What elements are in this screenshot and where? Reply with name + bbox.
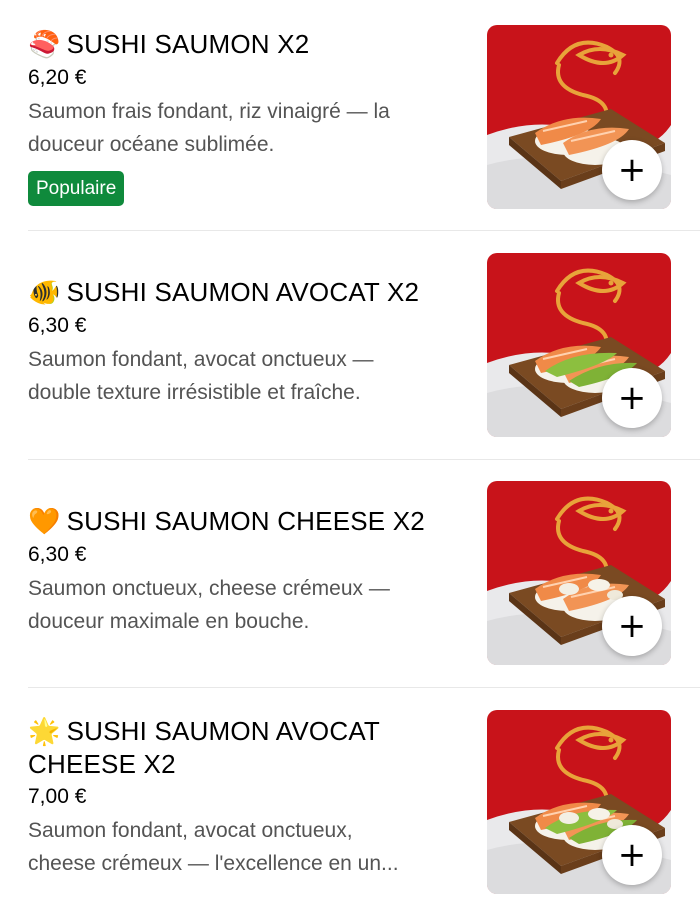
item-title: 🐠 SUSHI SAUMON AVOCAT X2	[28, 277, 420, 308]
item-description: Saumon onctueux, cheese crémeux — douceu…	[28, 577, 390, 633]
plus-icon: +	[617, 150, 647, 190]
menu-item-sushi-saumon[interactable]: 🍣 SUSHI SAUMON X2 6,20 € Saumon frais fon…	[0, 0, 700, 228]
item-title: 🍣 SUSHI SAUMON X2	[28, 29, 310, 60]
add-to-cart-button[interactable]: +	[602, 596, 662, 656]
item-price: 6,20 €	[28, 66, 87, 89]
menu-item-list: 🍣 SUSHI SAUMON X2 6,20 € Saumon frais fon…	[0, 0, 700, 900]
plus-icon: +	[617, 378, 647, 418]
menu-item-text: 🐠 SUSHI SAUMON AVOCAT X2 6,30 € Saumon fo…	[28, 276, 473, 409]
menu-item-sushi-saumon-avocat-cheese[interactable]: 🌟 SUSHI SAUMON AVOCAT CHEESE X2 7,00 € Sa…	[0, 687, 700, 915]
plus-icon: +	[617, 835, 647, 875]
item-price: 7,00 €	[28, 785, 87, 808]
tropical-fish-icon: 🐠	[28, 278, 61, 308]
item-price: 6,30 €	[28, 314, 87, 337]
add-to-cart-button[interactable]: +	[602, 825, 662, 885]
item-description: Saumon fondant, avocat onctueux — double…	[28, 348, 374, 404]
plus-icon: +	[617, 606, 647, 646]
sushi-icon: 🍣	[28, 30, 61, 60]
menu-item-text: 🧡 SUSHI SAUMON CHEESE X2 6,30 € Saumon on…	[28, 505, 473, 638]
popular-badge: Populaire	[28, 171, 125, 206]
menu-item-text: 🌟 SUSHI SAUMON AVOCAT CHEESE X2 7,00 € Sa…	[28, 715, 473, 880]
item-price: 6,30 €	[28, 543, 87, 566]
item-title: 🧡 SUSHI SAUMON CHEESE X2	[28, 506, 425, 537]
menu-item-text: 🍣 SUSHI SAUMON X2 6,20 € Saumon frais fon…	[28, 28, 473, 206]
glowing-star-icon: 🌟	[28, 717, 61, 747]
add-to-cart-button[interactable]: +	[602, 140, 662, 200]
item-description: Saumon frais fondant, riz vinaigré — la …	[28, 100, 390, 156]
item-title: 🌟 SUSHI SAUMON AVOCAT CHEESE X2	[28, 716, 381, 779]
item-description: Saumon fondant, avocat onctueux, cheese …	[28, 819, 399, 875]
add-to-cart-button[interactable]: +	[602, 368, 662, 428]
menu-item-sushi-saumon-cheese[interactable]: 🧡 SUSHI SAUMON CHEESE X2 6,30 € Saumon on…	[0, 459, 700, 687]
orange-heart-icon: 🧡	[28, 507, 61, 537]
menu-item-sushi-saumon-avocat[interactable]: 🐠 SUSHI SAUMON AVOCAT X2 6,30 € Saumon fo…	[0, 230, 700, 458]
